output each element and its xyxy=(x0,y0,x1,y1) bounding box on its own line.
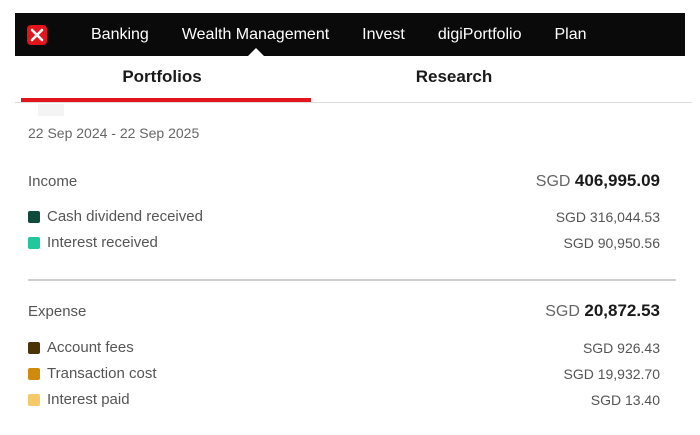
row-value: SGD 19,932.70 xyxy=(563,365,660,382)
row-value: SGD 926.43 xyxy=(582,339,660,356)
income-header: Income SGD 406,995.09 xyxy=(28,171,660,191)
expense-row-interest-paid: Interest paid SGD 13.40 xyxy=(28,391,660,408)
income-label: Income xyxy=(28,173,78,190)
tab-shadow-decoration xyxy=(38,104,64,116)
nav-item-wealth-management[interactable]: Wealth Management xyxy=(182,13,329,56)
expense-currency: SGD xyxy=(545,303,580,320)
account-fees-swatch-icon xyxy=(28,341,40,354)
nav-item-invest[interactable]: Invest xyxy=(362,13,405,56)
row-value: SGD 316,044.53 xyxy=(555,208,660,225)
income-row-interest-received: Interest received SGD 90,950.56 xyxy=(28,234,660,251)
interest-paid-swatch-icon xyxy=(28,393,40,406)
top-navigation-bar: Banking Wealth Management Invest digiPor… xyxy=(15,13,685,56)
expense-header: Expense SGD 20,872.53 xyxy=(28,301,660,321)
income-total: SGD 406,995.09 xyxy=(536,171,660,191)
expense-label: Expense xyxy=(28,303,87,320)
expense-total: SGD 20,872.53 xyxy=(545,301,660,321)
expense-row-transaction-cost: Transaction cost SGD 19,932.70 xyxy=(28,365,660,382)
expense-row-account-fees: Account fees SGD 926.43 xyxy=(28,339,660,356)
tab-research[interactable]: Research xyxy=(309,56,599,102)
nav-item-banking[interactable]: Banking xyxy=(91,13,149,56)
row-label: Cash dividend received xyxy=(47,208,203,225)
row-value: SGD 13.40 xyxy=(590,391,660,408)
row-label: Account fees xyxy=(47,339,134,356)
row-value: SGD 90,950.56 xyxy=(563,234,660,251)
tab-bar: Portfolios Research xyxy=(15,56,692,103)
income-currency: SGD xyxy=(535,173,571,190)
nav-item-digiportfolio[interactable]: digiPortfolio xyxy=(438,13,522,56)
row-label: Interest received xyxy=(47,234,158,251)
dbs-x-logo-icon[interactable] xyxy=(27,24,47,45)
income-row-cash-dividend: Cash dividend received SGD 316,044.53 xyxy=(28,208,660,225)
nav-item-plan[interactable]: Plan xyxy=(554,13,586,56)
tab-portfolios[interactable]: Portfolios xyxy=(15,56,311,102)
expense-total-value: 20,872.53 xyxy=(584,301,660,320)
row-label: Transaction cost xyxy=(47,365,157,382)
income-total-value: 406,995.09 xyxy=(574,171,660,190)
date-range: 22 Sep 2024 - 22 Sep 2025 xyxy=(28,125,200,141)
transaction-cost-swatch-icon xyxy=(28,367,40,380)
cash-dividend-swatch-icon xyxy=(28,210,40,223)
row-label: Interest paid xyxy=(47,391,130,408)
nav-menu: Banking Wealth Management Invest digiPor… xyxy=(91,13,620,56)
section-divider xyxy=(28,279,676,281)
interest-received-swatch-icon xyxy=(28,236,40,249)
